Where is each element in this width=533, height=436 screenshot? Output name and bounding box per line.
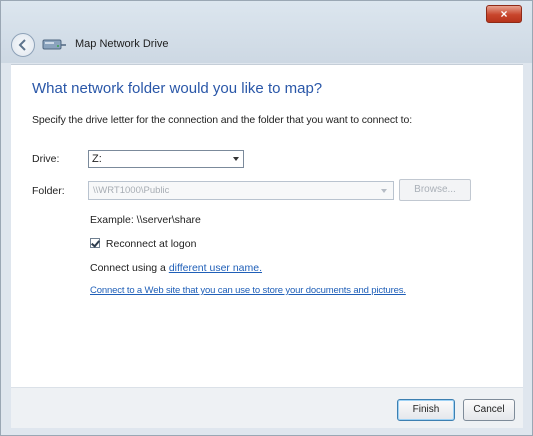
window-title: Map Network Drive — [75, 38, 169, 50]
dialog-window: × Map Network Drive What network folder … — [0, 0, 533, 436]
network-drive-icon — [42, 39, 66, 50]
connect-using-text: Connect using a different user name. — [90, 262, 262, 274]
dropdown-arrow-icon — [233, 157, 239, 161]
drive-label: Drive: — [32, 153, 60, 165]
title-bar: × Map Network Drive — [1, 1, 532, 63]
content-panel: What network folder would you like to ma… — [11, 64, 523, 387]
folder-label: Folder: — [32, 185, 65, 197]
reconnect-label: Reconnect at logon — [105, 238, 197, 250]
back-button[interactable] — [11, 33, 35, 57]
web-site-link[interactable]: Connect to a Web site that you can use t… — [90, 285, 406, 296]
back-arrow-icon — [18, 39, 26, 51]
browse-button[interactable]: Browse... — [399, 179, 471, 201]
example-text: Example: \\server\share — [90, 214, 201, 226]
dropdown-arrow-icon — [381, 189, 387, 193]
connect-using-prefix: Connect using a — [90, 262, 169, 274]
reconnect-option[interactable]: Reconnect at logon — [90, 238, 196, 250]
finish-button[interactable]: Finish — [397, 399, 455, 421]
folder-input[interactable]: \\WRT1000\Public — [88, 181, 394, 200]
reconnect-checkbox[interactable] — [90, 238, 100, 248]
drive-select[interactable]: Z: — [88, 150, 244, 168]
different-user-link[interactable]: different user name. — [169, 262, 262, 274]
cancel-button[interactable]: Cancel — [463, 399, 515, 421]
folder-value: \\WRT1000\Public — [93, 185, 170, 196]
instruction-text: Specify the drive letter for the connect… — [32, 114, 413, 126]
footer-bar: Finish Cancel — [11, 387, 523, 428]
page-heading: What network folder would you like to ma… — [32, 80, 323, 97]
drive-value: Z: — [92, 153, 102, 165]
close-button[interactable]: × — [486, 5, 522, 23]
